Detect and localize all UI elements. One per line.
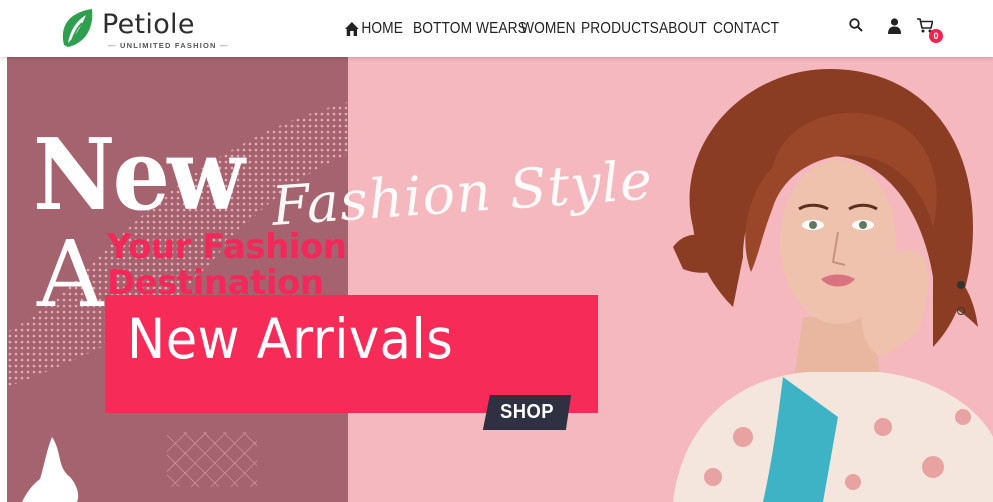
- slider-dots: [957, 281, 965, 333]
- nav-about-label: ABOUT: [659, 19, 707, 37]
- model-photo: [673, 68, 993, 502]
- nav-products[interactable]: PRODUCTS: [581, 20, 659, 38]
- nav-home-label: HOME: [361, 19, 403, 37]
- nav-about[interactable]: ABOUT: [659, 19, 707, 38]
- new-arrivals-text: New Arrivals: [127, 307, 454, 371]
- nav-products-label: PRODUCTS: [581, 19, 659, 37]
- nav-home[interactable]: HOME: [345, 20, 403, 38]
- hero-slider: New A Fashion Style Your Fashion Destina…: [7, 57, 993, 502]
- nav-contact-label: CONTACT: [713, 19, 780, 37]
- site-header: Petiole — UNLIMITED FASHION — HOME BOTTO…: [0, 0, 993, 57]
- hero-big-word: New: [33, 118, 245, 233]
- search-icon[interactable]: [849, 18, 863, 32]
- slide-dot-1[interactable]: [957, 281, 965, 289]
- brand-logo[interactable]: Petiole — UNLIMITED FASHION —: [58, 3, 227, 53]
- nav-women-label: WOMEN: [521, 19, 576, 37]
- brand-tagline: — UNLIMITED FASHION —: [108, 41, 229, 50]
- slide-dot-2[interactable]: [957, 307, 965, 315]
- home-icon: [345, 21, 359, 36]
- main-nav: HOME BOTTOM WEARS WOMEN PRODUCTS ABOUT C…: [345, 0, 783, 57]
- hero-headline: Your Fashion Destination: [107, 227, 347, 303]
- woman-silhouette-graphic: [22, 437, 79, 502]
- nav-bottom-wears[interactable]: BOTTOM WEARS: [413, 20, 527, 38]
- leaf-logo-icon: [62, 9, 93, 47]
- nav-bottom-wears-label: BOTTOM WEARS: [413, 19, 527, 37]
- shop-button[interactable]: SHOP: [482, 395, 572, 430]
- hero-big-letter: A: [37, 221, 104, 328]
- nav-women[interactable]: WOMEN: [521, 19, 576, 38]
- user-icon[interactable]: [888, 18, 901, 34]
- nav-contact[interactable]: CONTACT: [713, 20, 779, 38]
- brand-name: Petiole: [102, 9, 195, 40]
- cart-count-badge: 0: [929, 29, 943, 43]
